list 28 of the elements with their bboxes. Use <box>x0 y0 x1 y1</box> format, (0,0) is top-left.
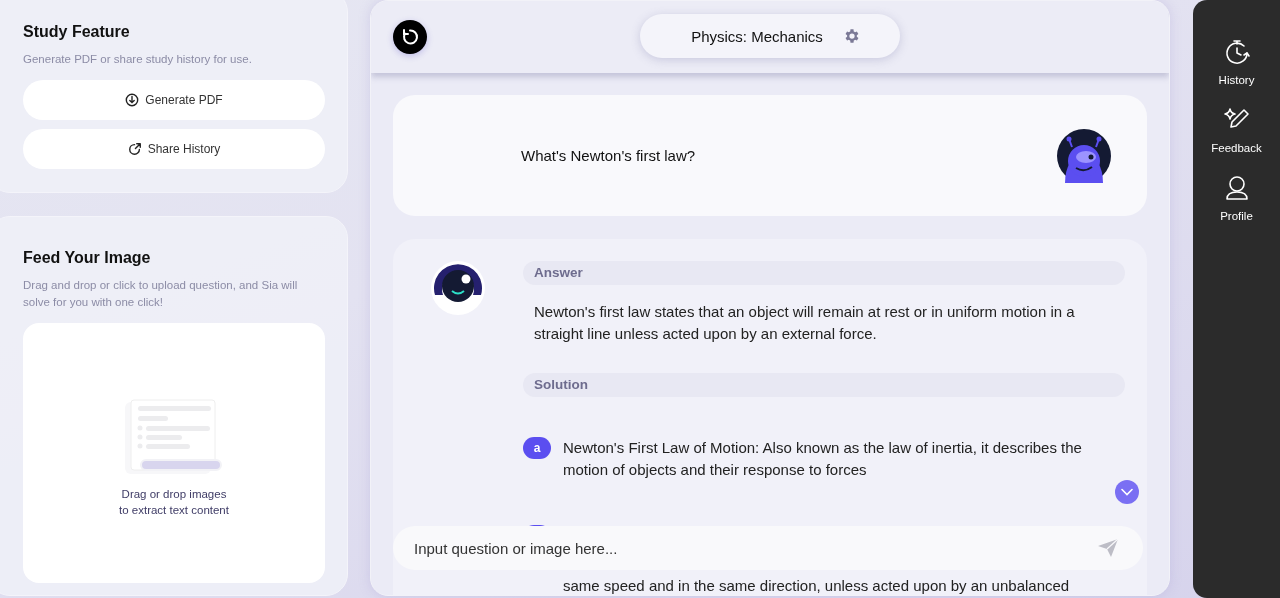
step-badge: a <box>523 437 551 459</box>
card-title: Study Feature <box>23 23 131 41</box>
question-input[interactable]: Input question or image here... <box>393 526 1143 570</box>
drop-hint: Drag or drop images to extract text content <box>119 487 229 518</box>
sidebar-item[interactable]: History <box>1201 38 1272 86</box>
card-description: Generate PDF or share study history for use. <box>23 52 253 67</box>
refresh-button[interactable] <box>393 20 427 54</box>
subject-selector[interactable]: Physics: Mechanics <box>640 14 900 58</box>
answer-text: Newton's first law states that an object will remain at rest or in uniform motion in a straight line unless acted upon by an external force. <box>533 302 1076 344</box>
robot-avatar <box>1057 128 1111 183</box>
step-text: Newton's First Law of Motion: Also known as the law of inertia, it describes the motion of objects and their response to forces <box>563 438 1083 480</box>
share-icon <box>127 142 142 156</box>
share-history-button[interactable]: Share History <box>23 129 325 169</box>
subject-title: Physics: Mechanics <box>691 27 823 45</box>
section-heading: Answer <box>523 261 1125 285</box>
chevron-down-icon <box>1121 488 1133 496</box>
sidebar-item[interactable]: Profile <box>1201 174 1272 222</box>
step-text: same speed and in the same direction, unless acted upon by an unbalanced <box>563 576 1070 595</box>
image-drop-zone[interactable]: Drag or drop images to extract text content <box>23 323 325 583</box>
generate-pdf-button[interactable]: Generate PDF <box>23 80 325 120</box>
card-description: Drag and drop or click to upload question, and Sia will solve for you with one click! <box>23 278 299 310</box>
refresh-icon <box>401 28 419 46</box>
question-text: What's Newton's first law? <box>521 147 696 164</box>
sidebar-item[interactable]: Feedback <box>1201 106 1272 154</box>
download-icon <box>125 93 140 107</box>
assistant-avatar <box>431 261 485 315</box>
card-title: Feed Your Image <box>23 249 152 267</box>
section-heading: Solution <box>523 373 1125 397</box>
